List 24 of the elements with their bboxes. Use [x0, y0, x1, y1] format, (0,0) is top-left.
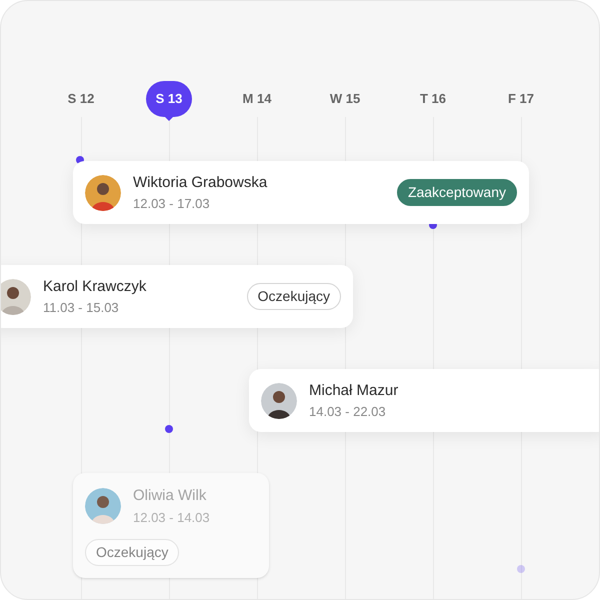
booking-card[interactable]: Oliwia Wilk 12.03 - 14.03 Oczekujący: [73, 473, 269, 578]
day-tab[interactable]: F 17: [508, 81, 534, 117]
avatar: [1, 278, 31, 314]
status-badge: Oczekujący: [246, 283, 341, 310]
person-name: Wiktoria Grabowska: [133, 172, 268, 192]
person-name: Michał Mazur: [309, 380, 400, 400]
avatar: [85, 174, 121, 210]
day-tab[interactable]: T 16: [420, 81, 446, 117]
date-range: 14.03 - 22.03: [309, 403, 387, 421]
day-tab[interactable]: M 14: [242, 81, 272, 117]
booking-card[interactable]: Wiktoria Grabowska 12.03 - 17.03 Zaakceptowany: [73, 161, 529, 224]
status-badge: Oczekujący: [85, 539, 180, 566]
day-tab[interactable]: S 12: [68, 81, 94, 117]
booking-card[interactable]: Michał Mazur 14.03 - 22.03: [249, 369, 599, 432]
booking-card[interactable]: Karol Krawczyk 11.03 - 15.03 Oczekujący: [1, 265, 353, 328]
avatar: [85, 488, 121, 524]
person-name: Karol Krawczyk: [43, 276, 148, 296]
date-range: 12.03 - 14.03: [133, 508, 210, 526]
date-range: 12.03 - 17.03: [133, 195, 211, 213]
day-tab[interactable]: W 15: [330, 81, 360, 117]
avatar: [261, 382, 297, 418]
person-name: Oliwia Wilk: [133, 486, 208, 506]
date-range: 11.03 - 15.03: [43, 299, 120, 317]
status-badge: Zaakceptowany: [396, 179, 517, 206]
